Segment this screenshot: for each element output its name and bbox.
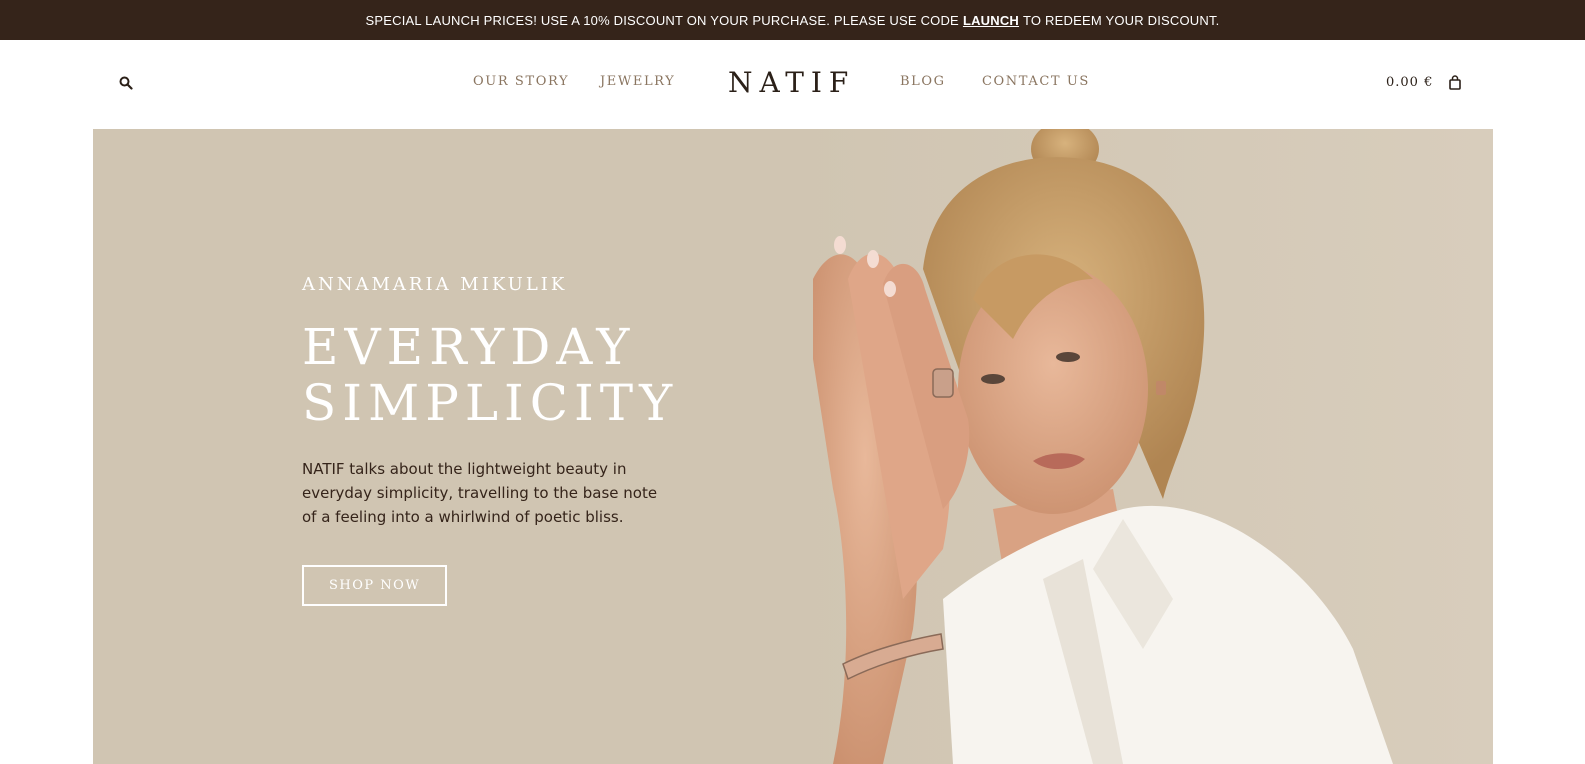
announcement-text-after: TO REDEEM YOUR DISCOUNT. (1023, 12, 1220, 28)
search-icon[interactable] (119, 76, 135, 92)
nav-contact-us[interactable]: CONTACT US (982, 74, 1090, 89)
hero-title-line-2: SIMPLICITY (302, 374, 679, 432)
cart-total[interactable]: 0.00 € (1386, 75, 1433, 90)
hero-banner: ANNAMARIA MIKULIK EVERYDAY SIMPLICITY NA… (93, 129, 1493, 764)
site-header: OUR STORY JEWELRY NATIF BLOG CONTACT US … (0, 40, 1585, 129)
nav-jewelry[interactable]: JEWELRY (600, 74, 675, 89)
announcement-text-before: SPECIAL LAUNCH PRICES! USE A 10% DISCOUN… (365, 12, 959, 28)
nav-blog[interactable]: BLOG (900, 74, 946, 89)
hero-description: NATIF talks about the lightweight beauty… (302, 460, 658, 526)
site-logo[interactable]: NATIF (728, 66, 855, 99)
hero-title-line-1: EVERYDAY (302, 318, 636, 376)
announcement-bar: SPECIAL LAUNCH PRICES! USE A 10% DISCOUN… (0, 0, 1585, 40)
shop-now-button[interactable]: SHOP NOW (302, 565, 448, 606)
hero-title: EVERYDAY SIMPLICITY (302, 319, 722, 431)
hero-content: ANNAMARIA MIKULIK EVERYDAY SIMPLICITY NA… (302, 274, 722, 606)
shopping-bag-icon[interactable] (1449, 75, 1463, 91)
model-portrait-image (793, 129, 1493, 764)
nav-our-story[interactable]: OUR STORY (473, 74, 569, 89)
discount-code-link[interactable]: LAUNCH (963, 13, 1019, 28)
hero-eyebrow: ANNAMARIA MIKULIK (302, 274, 568, 295)
